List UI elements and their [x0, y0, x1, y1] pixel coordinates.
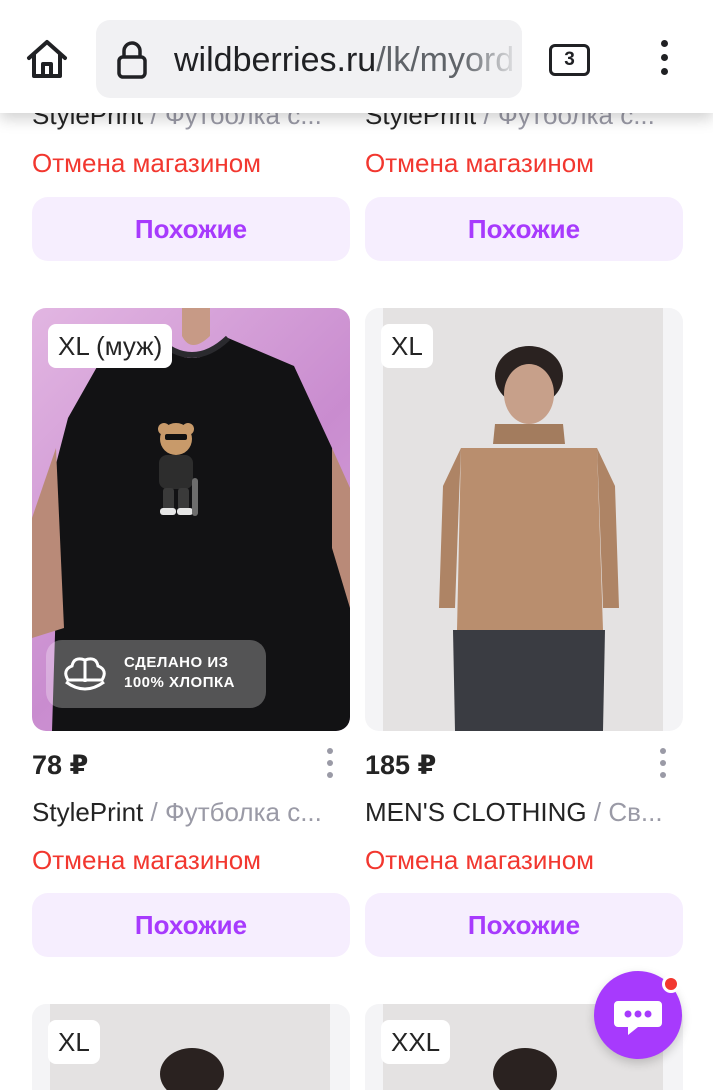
address-bar[interactable]: wildberries.ru/lk/myord [96, 20, 522, 98]
turtleneck-photo [383, 308, 663, 731]
similar-button[interactable]: Похожие [32, 893, 350, 957]
order-status: Отмена магазином [365, 148, 595, 178]
product-price: 78 ₽ [32, 750, 89, 780]
similar-button[interactable]: Похожие [32, 197, 350, 261]
similar-button[interactable]: Похожие [365, 197, 683, 261]
cotton-line-1: СДЕЛАНО ИЗ [124, 654, 229, 671]
chat-button[interactable] [594, 971, 682, 1059]
order-status: Отмена магазином [32, 148, 262, 178]
url-fade [462, 20, 522, 98]
product-name: Св... [608, 797, 663, 827]
size-badge: XL (муж) [48, 324, 173, 368]
tab-switcher-button[interactable]: 3 [549, 44, 590, 76]
order-status: Отмена магазином [365, 845, 595, 875]
product-photo[interactable]: XL [365, 308, 683, 731]
cotton-line-2: 100% ХЛОПКА [124, 674, 235, 691]
product-separator: / [586, 797, 609, 827]
size-badge: XL [381, 324, 433, 368]
product-name: Футболка с... [164, 797, 322, 827]
product-separator: / [143, 797, 165, 827]
home-button[interactable] [24, 36, 70, 82]
more-vert-icon[interactable] [326, 748, 334, 780]
lock-icon [117, 41, 147, 79]
more-vert-icon[interactable] [659, 748, 667, 780]
more-vert-icon[interactable] [652, 40, 676, 80]
product-price: 185 ₽ [365, 750, 437, 780]
product-photo[interactable]: XL (муж) СДЕЛАНО ИЗ 100% ХЛОПКА [32, 308, 350, 731]
notification-dot [662, 975, 680, 993]
home-icon [27, 40, 67, 78]
size-badge: XXL [381, 1020, 451, 1064]
product-brand: MEN'S CLOTHING [365, 797, 587, 827]
product-title[interactable]: MEN'S CLOTHING / Св... [365, 797, 683, 828]
size-badge: XL [48, 1020, 100, 1064]
product-title[interactable]: StylePrint / Футболка с... [32, 797, 350, 828]
browser-toolbar: wildberries.ru/lk/myord 3 [0, 0, 713, 113]
order-status: Отмена магазином [32, 845, 262, 875]
similar-button[interactable]: Похожие [365, 893, 683, 957]
url-domain: wildberries.ru [174, 41, 377, 79]
product-brand: StylePrint [32, 797, 144, 827]
cotton-badge: СДЕЛАНО ИЗ 100% ХЛОПКА [46, 640, 266, 708]
product-photo[interactable]: XL [32, 1004, 350, 1090]
cotton-icon [64, 657, 106, 691]
